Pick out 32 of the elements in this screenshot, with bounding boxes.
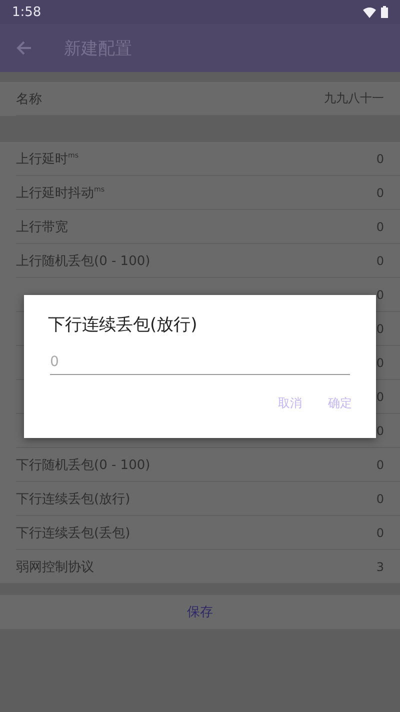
input-field[interactable]: 0 <box>50 350 350 375</box>
row-label: 上行延时抖动$^{ms}$ <box>16 184 104 202</box>
row-value: 0 <box>376 390 384 404</box>
row-label: 下行连续丢包(丢包) <box>16 524 130 542</box>
row-label: 上行随机丢包(0 - 100) <box>16 252 150 270</box>
confirm-button[interactable]: 确定 <box>322 389 358 418</box>
row-value: 0 <box>376 322 384 336</box>
row-label: 上行延时$^{ms}$ <box>16 150 78 168</box>
status-time: 1:58 <box>12 4 42 20</box>
row-value: 0 <box>376 254 384 268</box>
wifi-icon <box>363 6 376 18</box>
row-label: 下行连续丢包(放行) <box>16 490 130 508</box>
row-value: 0 <box>376 220 384 234</box>
row-label: 弱网控制协议 <box>16 558 94 576</box>
row-value: 九九八十一 <box>324 90 384 107</box>
row-value: 0 <box>376 492 384 506</box>
dialog-title: 下行连续丢包(放行) <box>48 314 198 336</box>
battery-icon <box>381 6 388 18</box>
row-value: 0 <box>376 356 384 370</box>
row-value: 3 <box>376 560 384 574</box>
row-label: 下行随机丢包(0 - 100) <box>16 456 150 474</box>
row-value: 0 <box>376 458 384 472</box>
row-value: 0 <box>376 288 384 302</box>
row-value: 0 <box>376 424 384 438</box>
row-value: 0 <box>376 526 384 540</box>
row-value: 0 <box>376 186 384 200</box>
save-button[interactable]: 保存 <box>0 595 400 629</box>
row-value: 0 <box>376 152 384 166</box>
row-label: 名称 <box>16 90 42 108</box>
cancel-button[interactable]: 取消 <box>272 389 308 418</box>
row-label: 上行带宽 <box>16 218 68 236</box>
back-arrow-icon[interactable] <box>16 40 32 56</box>
